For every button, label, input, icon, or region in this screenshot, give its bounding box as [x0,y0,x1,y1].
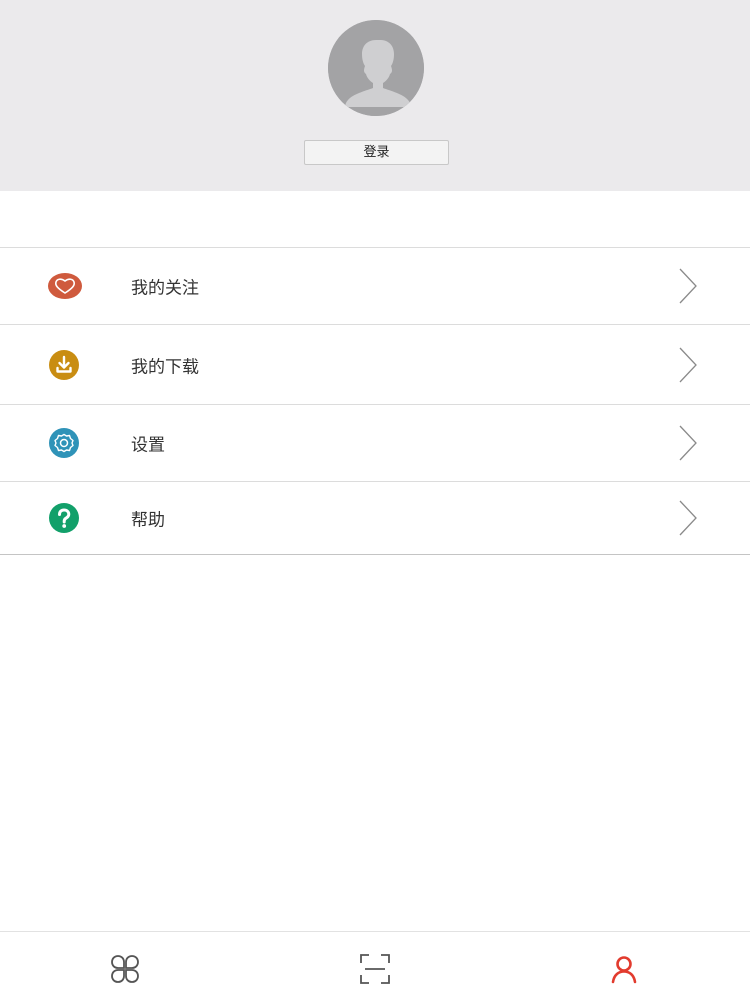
menu-item-follows[interactable]: 我的关注 [0,248,750,325]
chevron-right-icon [678,346,698,384]
menu-item-downloads[interactable]: 我的下载 [0,325,750,405]
bottom-tab-bar [0,931,750,1000]
help-icon [48,502,80,534]
gear-icon [48,427,80,459]
menu-item-label: 我的关注 [131,278,199,299]
download-icon [48,349,80,381]
profile-header: 登录 [0,0,750,191]
default-user-avatar-icon[interactable] [328,20,424,116]
tab-profile[interactable] [607,952,641,986]
menu-item-help[interactable]: 帮助 [0,482,750,555]
grid-icon [111,955,139,983]
menu-item-label: 我的下载 [131,357,199,377]
chevron-right-icon [678,267,698,305]
login-button[interactable]: 登录 [304,140,449,165]
chevron-right-icon [678,424,698,462]
menu-list: 我的关注 我的下载 设置 帮助 [0,247,750,555]
user-icon [611,956,637,984]
chevron-right-icon [678,499,698,537]
heart-icon [48,270,82,302]
profile-page: 登录 我的关注 我的下载 设置 帮助 [0,0,750,1000]
menu-item-settings[interactable]: 设置 [0,405,750,482]
tab-home[interactable] [108,952,142,986]
tab-scan[interactable] [358,952,392,986]
menu-item-label: 设置 [131,435,165,456]
scan-icon [360,954,390,984]
menu-item-label: 帮助 [131,510,165,531]
